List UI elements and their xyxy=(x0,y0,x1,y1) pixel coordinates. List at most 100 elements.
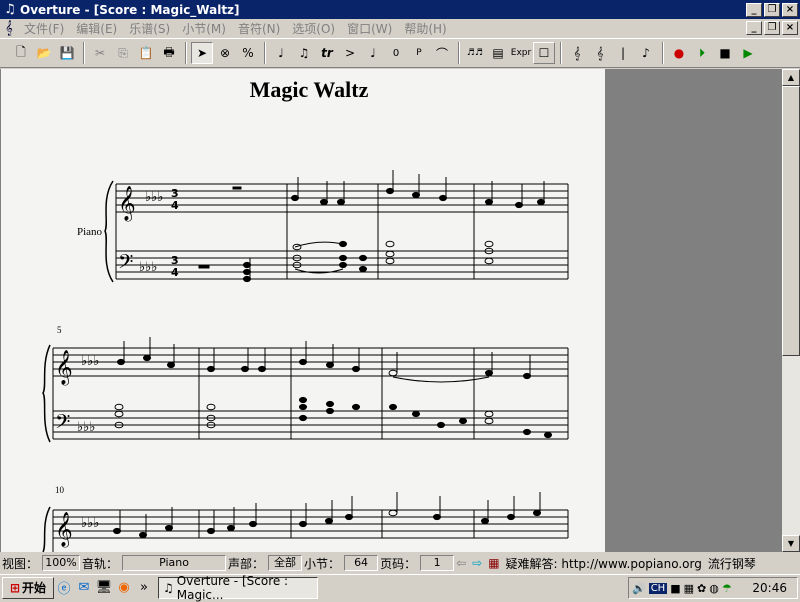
volume-icon[interactable]: 🔊 xyxy=(632,582,646,595)
percent-button[interactable]: % xyxy=(237,42,259,64)
stop-icon[interactable]: ■ xyxy=(714,42,736,64)
prev-page-icon[interactable]: ⇦ xyxy=(456,556,466,570)
menu-measure[interactable]: 小节(M) xyxy=(176,20,232,37)
tray-app-icon[interactable]: ◍ xyxy=(709,582,719,595)
umbrella-icon[interactable]: ☂ xyxy=(722,582,732,595)
start-button[interactable]: ⊞ 开始 xyxy=(2,576,54,599)
chevron-icon[interactable]: » xyxy=(134,578,154,598)
treble-clef-5: 𝄞 xyxy=(55,512,73,548)
barline-icon[interactable]: | xyxy=(612,42,634,64)
antivirus-icon[interactable]: ✿ xyxy=(697,582,706,595)
network-icon[interactable]: ▦ xyxy=(684,582,694,595)
menu-help[interactable]: 帮助(H) xyxy=(398,20,452,37)
monitor-icon[interactable]: ■ xyxy=(670,582,680,595)
save-icon[interactable]: 💾 xyxy=(56,42,78,64)
page-value[interactable]: 1 xyxy=(420,555,455,571)
treble-staff-1 xyxy=(116,183,568,213)
ie-icon[interactable]: ⓔ xyxy=(54,578,74,598)
quarter-note-icon[interactable]: ♩ xyxy=(270,42,292,64)
overture-app-icon[interactable]: ♫ xyxy=(2,2,18,18)
tempo-icon[interactable]: ♪ xyxy=(635,42,657,64)
treble-staff-3 xyxy=(53,509,568,539)
workspace-background xyxy=(605,69,782,552)
key-signature-1: ♭♭♭ xyxy=(145,190,163,205)
key-signature-3: ♭♭♭ xyxy=(81,354,99,369)
treble-clef-1: 𝄞 xyxy=(118,186,136,222)
tie-icon[interactable]: ♫ xyxy=(293,42,315,64)
document-icon[interactable]: 𝄞 xyxy=(0,20,18,36)
vertical-scrollbar[interactable]: ▲ ▼ xyxy=(782,69,800,552)
mixer-icon[interactable]: ▦ xyxy=(488,556,499,570)
taskbar: ⊞ 开始 ⓔ ✉ 🖥 ◉ » ♫ Overture - [Score : Mag… xyxy=(0,573,800,602)
page-label: 页码： xyxy=(380,556,417,571)
score-title: Magic Waltz xyxy=(250,77,369,102)
window-title: Overture - [Score : Magic_Waltz] xyxy=(20,2,240,17)
scroll-up-icon[interactable]: ▲ xyxy=(782,69,800,86)
task-label: Overture - [Score : Magic... xyxy=(176,573,289,602)
measure-number-5: 5 xyxy=(57,325,62,335)
trill-button[interactable]: tr xyxy=(316,42,338,64)
menu-bar: 𝄞 文件(F) 编辑(E) 乐谱(S) 小节(M) 音符(N) 选项(O) 窗口… xyxy=(0,19,800,37)
help-text: 疑难解答: http://www.popiano.org xyxy=(505,556,702,571)
menu-file[interactable]: 文件(F) xyxy=(18,20,70,37)
media-player-icon[interactable]: ◉ xyxy=(114,578,134,598)
clock: 20:46 xyxy=(752,581,787,595)
open-icon[interactable]: 📂 xyxy=(33,42,55,64)
menu-edit[interactable]: 编辑(E) xyxy=(70,20,123,37)
track-label: 音轨： xyxy=(82,556,119,571)
menu-score[interactable]: 乐谱(S) xyxy=(123,20,176,37)
system-tray: 🔊 CH ■ ▦ ✿ ◍ ☂ 20:46 xyxy=(628,577,798,599)
view-label: 视图： xyxy=(2,556,39,571)
note-icon[interactable]: ♩ xyxy=(362,42,384,64)
window-titlebar[interactable]: ♫ Overture - [Score : Magic_Waltz] _ ❐ × xyxy=(0,0,800,19)
pedal-button[interactable]: P xyxy=(408,42,430,64)
erase-icon[interactable]: ⊗ xyxy=(214,42,236,64)
paste-icon[interactable]: 📋 xyxy=(135,42,157,64)
box-icon[interactable]: ☐ xyxy=(533,42,555,64)
restore-button[interactable]: ❐ xyxy=(764,2,780,17)
windows-logo-icon: ⊞ xyxy=(9,580,21,595)
expression-button[interactable]: Expr xyxy=(510,42,532,64)
tuplet-icon[interactable]: ♬♬ xyxy=(464,42,486,64)
toolbar: 🗋 📂 💾 ✂ ⎘ 📋 🖶 ➤ ⊗ % ♩ ♫ tr > ♩ 0 P ⌒ ♬♬ … xyxy=(0,38,800,68)
close-button[interactable]: × xyxy=(782,2,798,17)
voice-value[interactable]: 全部 xyxy=(268,555,303,571)
measure-number-10: 10 xyxy=(55,485,65,495)
time-signature-1b: 4 xyxy=(171,199,179,212)
staff-icon[interactable]: 𝄞 xyxy=(589,42,611,64)
input-language[interactable]: CH xyxy=(648,582,668,594)
scroll-down-icon[interactable]: ▼ xyxy=(782,535,800,552)
slur-icon[interactable]: ⌒ xyxy=(431,42,453,64)
play-from-icon[interactable]: ⏵ xyxy=(691,42,713,64)
print-icon[interactable]: 🖶 xyxy=(158,42,180,64)
minimize-button[interactable]: _ xyxy=(746,2,762,17)
menu-note[interactable]: 音符(N) xyxy=(232,20,286,37)
play-icon[interactable]: ▶ xyxy=(737,42,759,64)
menu-window[interactable]: 窗口(W) xyxy=(341,20,398,37)
menu-options[interactable]: 选项(O) xyxy=(286,20,341,37)
next-page-icon[interactable]: ⇨ xyxy=(472,556,482,570)
doc-restore-button[interactable]: ❐ xyxy=(764,21,780,35)
score-page[interactable]: Magic Waltz Piano 𝄞 𝄢 ♭♭♭ ♭♭♭ 3 4 3 4 5 … xyxy=(0,69,605,552)
bass-clef-1: 𝄢 xyxy=(118,250,133,278)
zero-button[interactable]: 0 xyxy=(385,42,407,64)
outlook-icon[interactable]: ✉ xyxy=(74,578,94,598)
cut-icon[interactable]: ✂ xyxy=(89,42,111,64)
instrument-name: Piano xyxy=(77,226,103,238)
new-icon[interactable]: 🗋 xyxy=(10,42,32,64)
scroll-thumb[interactable] xyxy=(782,86,800,356)
doc-close-button[interactable]: × xyxy=(782,21,798,35)
task-overture[interactable]: ♫ Overture - [Score : Magic... xyxy=(158,573,318,602)
treble-clef-icon[interactable]: 𝄞 xyxy=(566,42,588,64)
view-zoom[interactable]: 100% xyxy=(42,555,81,571)
desktop-icon[interactable]: 🖥 xyxy=(94,578,114,598)
record-icon[interactable]: ● xyxy=(668,42,690,64)
accent-button[interactable]: > xyxy=(339,42,361,64)
select-arrow-icon[interactable]: ➤ xyxy=(191,42,213,64)
measure-value[interactable]: 64 xyxy=(344,555,379,571)
doc-minimize-button[interactable]: _ xyxy=(746,21,762,35)
piano-roll-icon[interactable]: ▤ xyxy=(487,42,509,64)
copy-icon[interactable]: ⎘ xyxy=(112,42,134,64)
status-bar: 视图： 100% 音轨： Piano 声部： 全部 小节： 64 页码： 1 ⇦… xyxy=(0,553,800,573)
track-value[interactable]: Piano xyxy=(122,555,227,571)
